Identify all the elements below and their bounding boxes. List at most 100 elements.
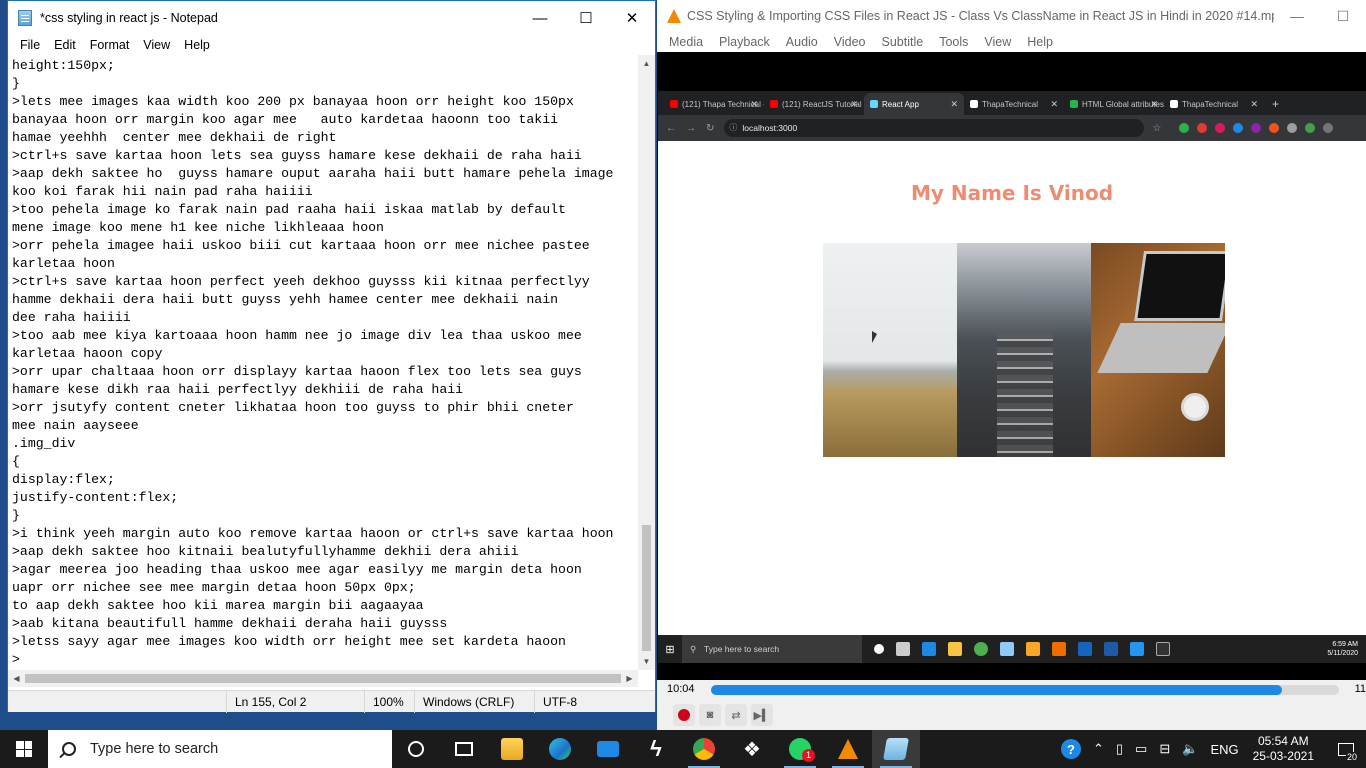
scroll-down-icon[interactable]: ▼ <box>638 653 655 670</box>
notepad-menubar: File Edit Format View Help <box>8 35 655 55</box>
menu-edit[interactable]: Edit <box>47 38 83 52</box>
taskbar-search-box[interactable]: Type here to search <box>48 730 392 768</box>
video-browser-tab: React App ✕ <box>864 93 964 115</box>
text-line: >aap dekh saktee hoo kitnaii bealutyfull… <box>12 544 519 559</box>
video-browser-tab: ThapaTechnical ✕ <box>1164 93 1264 115</box>
mail-button[interactable] <box>584 730 632 768</box>
scroll-right-icon[interactable]: ▶ <box>621 670 638 687</box>
video-browser-tab: (121) Thapa Technical - ✕ <box>664 93 764 115</box>
video-browser-tabstrip: (121) Thapa Technical - ✕ (121) ReactJS Tu… <box>658 91 1366 115</box>
action-center-button[interactable]: 20 <box>1326 730 1366 768</box>
terminal-icon <box>1156 642 1170 656</box>
tab-favicon-icon <box>1170 100 1178 108</box>
start-button[interactable] <box>0 730 48 768</box>
dropbox-icon: ❖ <box>743 738 761 761</box>
scroll-left-icon[interactable]: ◀ <box>8 670 25 687</box>
battery-icon[interactable]: ▭ <box>1135 741 1147 757</box>
network-icon[interactable]: ⊟ <box>1159 741 1170 757</box>
reload-icon: ↻ <box>706 122 715 134</box>
text-line: hamme dekhaii dera haii butt guyss yehh … <box>12 292 559 307</box>
task-view-button[interactable] <box>440 730 488 768</box>
taskbar-clock[interactable]: 05:54 AM 25-03-2021 <box>1253 734 1314 764</box>
horizontal-scroll-thumb[interactable] <box>25 674 621 683</box>
help-icon[interactable]: ? <box>1060 739 1081 759</box>
record-button[interactable] <box>673 704 695 726</box>
notepad-text-area[interactable]: height:150px;} >lets mee images kaa width… <box>8 55 638 670</box>
scroll-up-icon[interactable]: ▲ <box>638 55 655 72</box>
text-line: { <box>12 454 20 469</box>
video-browser-tab: HTML Global attributes ✕ <box>1064 93 1164 115</box>
chevron-up-icon[interactable]: ⌃ <box>1093 741 1104 757</box>
task-view-icon <box>455 742 473 756</box>
vlc-minimize-button[interactable]: — <box>1274 8 1320 24</box>
text-line: >lets mee images kaa width koo 200 px ba… <box>12 94 574 109</box>
menu-file[interactable]: File <box>13 38 47 52</box>
encoding: UTF-8 <box>534 691 577 713</box>
text-line: dee raha haiiii <box>12 310 131 325</box>
menu-format[interactable]: Format <box>83 38 137 52</box>
language-indicator[interactable]: ENG <box>1210 742 1238 757</box>
horizontal-scrollbar[interactable]: ◀ ▶ <box>8 670 638 687</box>
vlc-menu-audio[interactable]: Audio <box>778 35 826 49</box>
video-browser-tab: ThapaTechnical ✕ <box>964 93 1064 115</box>
seek-bar[interactable] <box>711 685 1339 695</box>
text-line: } <box>12 508 20 523</box>
snapshot-button[interactable]: ◙ <box>699 704 721 726</box>
notepad-taskbar-button[interactable] <box>872 730 920 768</box>
video-start-icon: ⊞ <box>665 643 675 656</box>
video-clock-date: 5/11/2020 <box>1327 650 1358 657</box>
volume-icon[interactable]: 🔈 <box>1182 741 1198 757</box>
text-line: >i think yeeh margin auto koo remove kar… <box>12 526 614 541</box>
text-line: justify-content:flex; <box>12 490 179 505</box>
vlc-menu-view[interactable]: View <box>976 35 1019 49</box>
device-icon[interactable]: ▯ <box>1116 741 1123 757</box>
vlc-menu-playback[interactable]: Playback <box>711 35 778 49</box>
notepad-titlebar[interactable]: *css styling in react js - Notepad — ☐ ✕ <box>8 1 655 35</box>
maximize-button[interactable]: ☐ <box>563 1 609 35</box>
tab-favicon-icon <box>870 100 878 108</box>
menu-help[interactable]: Help <box>177 38 217 52</box>
vlc-taskbar-button[interactable] <box>824 730 872 768</box>
folder-icon <box>1026 642 1040 656</box>
video-address-bar: localhost:3000 <box>724 119 1145 137</box>
tab-favicon-icon <box>670 100 678 108</box>
cortana-button[interactable] <box>392 730 440 768</box>
vertical-scroll-thumb[interactable] <box>642 525 651 651</box>
dropbox-button[interactable]: ❖ <box>728 730 776 768</box>
tab-close-icon: ✕ <box>850 98 858 109</box>
vlc-control-bar: ◙ ⇄ ▶▍ <box>657 700 1366 730</box>
mail-icon <box>597 741 619 757</box>
vlc-menu-tools[interactable]: Tools <box>931 35 976 49</box>
video-frame[interactable]: (121) Thapa Technical - ✕ (121) ReactJS Tu… <box>657 52 1366 680</box>
vlc-menu-video[interactable]: Video <box>826 35 874 49</box>
file-explorer-button[interactable] <box>488 730 536 768</box>
close-button[interactable]: ✕ <box>609 1 655 35</box>
text-line: } <box>12 76 20 91</box>
text-line: display:flex; <box>12 472 115 487</box>
laptop-screen-shape <box>1134 251 1225 321</box>
whatsapp-button[interactable]: 1 <box>776 730 824 768</box>
frame-step-button[interactable]: ▶▍ <box>751 704 773 726</box>
menu-view[interactable]: View <box>136 38 177 52</box>
vlc-cone-icon <box>838 739 858 759</box>
text-line: mee nain aayseee <box>12 418 139 433</box>
text-line: >aab kitana beautifull hamme dekhaii der… <box>12 616 448 631</box>
whatsapp-badge: 1 <box>802 749 815 762</box>
loop-ab-button[interactable]: ⇄ <box>725 704 747 726</box>
vlc-maximize-button[interactable]: ☐ <box>1320 8 1366 25</box>
back-arrow-icon: ← <box>666 122 676 134</box>
video-taskbar-search: Type here to search <box>682 635 862 663</box>
vlc-menu-subtitle[interactable]: Subtitle <box>874 35 932 49</box>
chrome-button[interactable] <box>680 730 728 768</box>
app-button[interactable]: ϟ <box>632 730 680 768</box>
extension-icon <box>1215 123 1226 133</box>
laptop-base-shape <box>1097 323 1225 373</box>
notepad-title: *css styling in react js - Notepad <box>40 11 218 25</box>
minimize-button[interactable]: — <box>517 1 563 35</box>
vlc-menu-help[interactable]: Help <box>1019 35 1061 49</box>
vlc-titlebar[interactable]: CSS Styling & Importing CSS Files in Rea… <box>657 0 1366 32</box>
text-line: >orr upar chaltaaa hoon orr displayy kar… <box>12 364 582 379</box>
vlc-menu-media[interactable]: Media <box>661 35 711 49</box>
edge-button[interactable] <box>536 730 584 768</box>
vertical-scrollbar[interactable]: ▲ ▼ <box>638 55 655 670</box>
